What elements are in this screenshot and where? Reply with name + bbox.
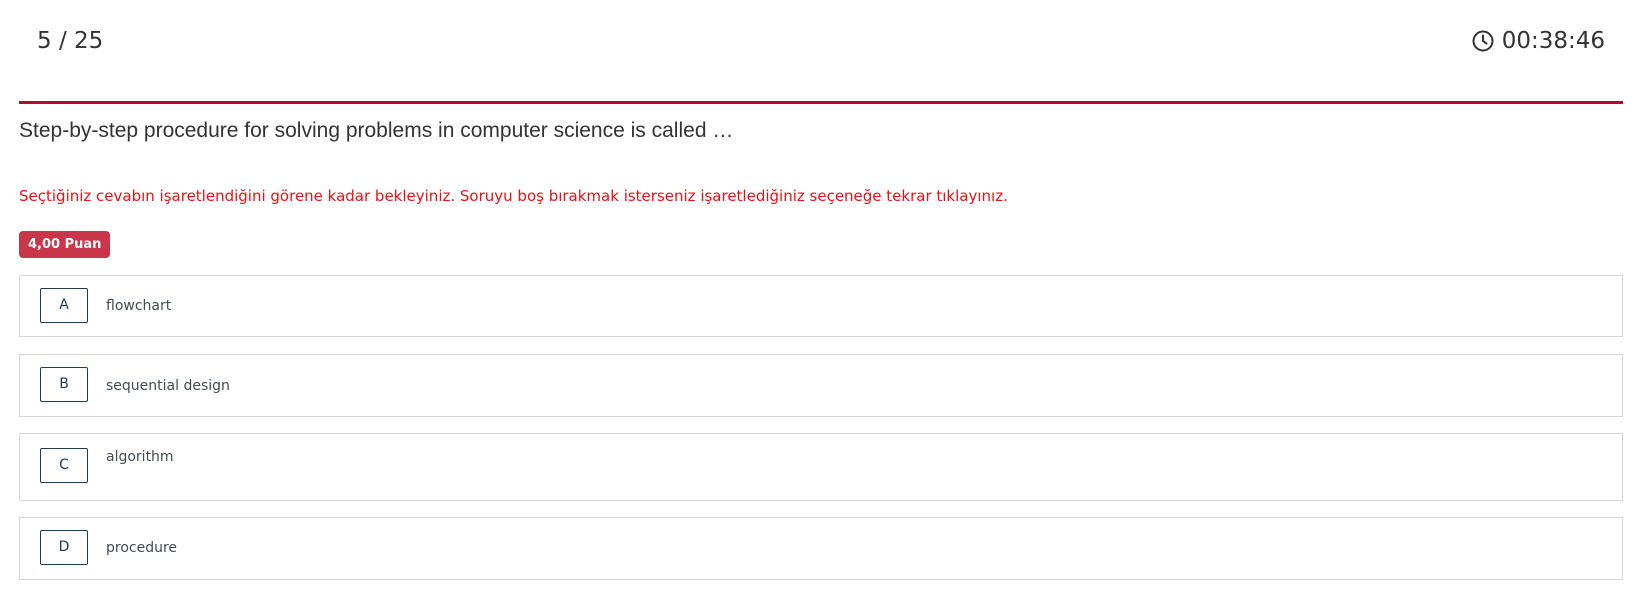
- clock-icon: [1472, 30, 1494, 52]
- countdown-timer: 00:38:46: [1472, 28, 1605, 54]
- option-d[interactable]: D procedure: [19, 517, 1623, 580]
- option-text-c: algorithm: [106, 449, 174, 465]
- question-counter: 5 / 25: [37, 28, 104, 54]
- quiz-header: 5 / 25 00:38:46: [19, 0, 1623, 104]
- answer-notice: Seçtiğiniz cevabın işaretlendiğini gören…: [19, 187, 1008, 205]
- points-badge: 4,00 Puan: [19, 231, 111, 258]
- option-c[interactable]: C algorithm: [19, 433, 1623, 501]
- option-a[interactable]: A flowchart: [19, 275, 1623, 337]
- option-b[interactable]: B sequential design: [19, 354, 1623, 417]
- option-letter-b[interactable]: B: [40, 367, 88, 402]
- question-text: Step-by-step procedure for solving probl…: [19, 119, 734, 142]
- option-text-b: sequential design: [106, 378, 230, 394]
- option-letter-c[interactable]: C: [40, 448, 88, 483]
- timer-value: 00:38:46: [1501, 28, 1605, 54]
- option-letter-a[interactable]: A: [40, 288, 88, 323]
- option-text-d: procedure: [106, 540, 178, 556]
- option-letter-d[interactable]: D: [40, 530, 88, 565]
- option-text-a: flowchart: [106, 298, 172, 314]
